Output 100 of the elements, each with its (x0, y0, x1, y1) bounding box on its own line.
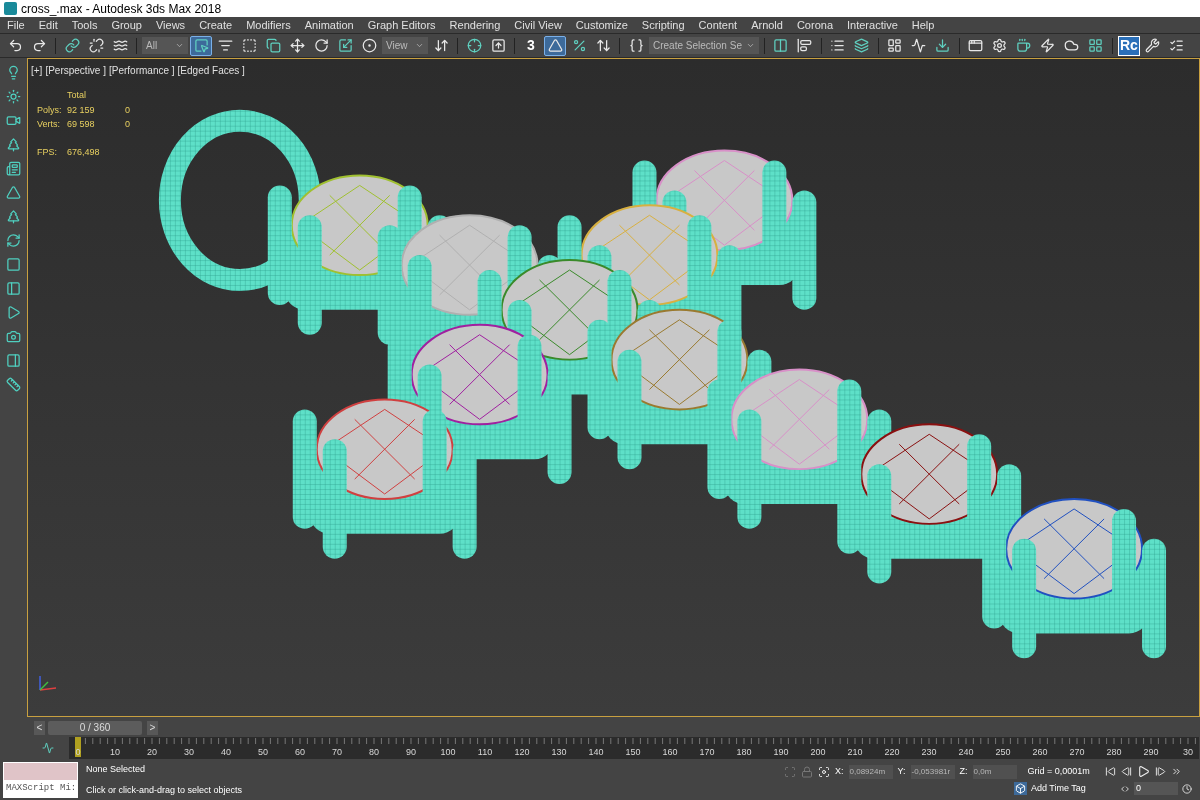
frame-number: 30 (1183, 747, 1193, 757)
download-icon (935, 38, 951, 53)
arrows-icon (433, 38, 449, 53)
viewport-label[interactable]: [Perspective ] (45, 63, 106, 78)
toolbar-button[interactable] (544, 35, 566, 56)
menu-item[interactable]: Rendering (442, 16, 508, 34)
table-icon (830, 38, 846, 53)
grid-icon (1088, 38, 1104, 53)
frame-number: 140 (588, 747, 604, 757)
menu-item[interactable]: Group (104, 16, 149, 34)
listener-field[interactable]: MAXScript Mi: (4, 780, 77, 797)
time-slider-thumb[interactable]: 0 / 360 (48, 721, 142, 735)
panel-icon (887, 38, 903, 53)
menu-item[interactable]: Interactive (840, 16, 905, 34)
disc-icon (361, 38, 377, 53)
frame-number: 80 (369, 747, 379, 757)
menu-item[interactable]: Content (691, 16, 745, 34)
frame-number: 100 (440, 747, 456, 757)
curve-icon (911, 38, 927, 53)
frame-number: 170 (699, 747, 715, 757)
frame-number: 160 (662, 747, 678, 757)
frame-number: 280 (1106, 747, 1122, 757)
frame-number: 110 (477, 747, 493, 757)
frame-field[interactable]: 0 (1133, 782, 1178, 795)
frame-number: 0 (75, 747, 81, 757)
frame-number: 260 (1032, 747, 1048, 757)
menu-item[interactable]: Edit (31, 16, 65, 34)
braces-icon (628, 38, 644, 53)
menu-item[interactable]: Graph Editors (360, 16, 443, 34)
toolbar-dropdown[interactable]: View (382, 37, 428, 54)
menu-item[interactable]: Help (904, 16, 942, 34)
play-icon[interactable] (1136, 765, 1150, 779)
menu-item[interactable]: Customize (568, 16, 635, 34)
layers-icon (854, 38, 870, 53)
coordinate-field[interactable]: 0,08924m (848, 764, 893, 779)
frame-number: 50 (258, 747, 268, 757)
add-time-tag-button[interactable]: Add Time Tag (1014, 781, 1086, 796)
menu-item[interactable]: Modifiers (239, 16, 298, 34)
panel-icon (6, 281, 21, 296)
caret-icon (415, 41, 424, 50)
viewport-label[interactable]: [+] (31, 63, 43, 78)
undo-icon (7, 38, 23, 53)
cup-icon (1016, 38, 1032, 53)
lock-icon (801, 765, 813, 778)
fps-value: 676,498 (67, 145, 101, 159)
stats-header: Total (67, 89, 87, 102)
frame-number: 220 (884, 747, 900, 757)
overlapping-squares-icon (265, 38, 281, 53)
frame-number: 90 (406, 747, 416, 757)
menu-item[interactable]: Create (192, 16, 240, 34)
square-icon (6, 257, 21, 272)
play-icon (6, 305, 21, 320)
toolbar-button[interactable] (190, 35, 212, 56)
viewport-label[interactable]: [Edged Faces ] (177, 63, 245, 78)
previous-key-icon[interactable] (1120, 766, 1132, 778)
toolbar-button[interactable]: 3 (520, 35, 542, 56)
menu-item[interactable]: Corona (789, 16, 840, 34)
go-to-start-icon[interactable] (1104, 766, 1116, 778)
coordinate-field[interactable]: 0,0m (972, 764, 1017, 779)
stats-value: 69 598 (67, 118, 96, 131)
menu-item[interactable]: Scripting (634, 16, 692, 34)
caret-icon (175, 41, 184, 50)
viewport-label[interactable]: [Performance ] (109, 63, 175, 78)
align-icon (797, 38, 813, 53)
next-frame-button[interactable]: > (147, 721, 158, 735)
menu-item[interactable]: Arnold (744, 16, 790, 34)
focus-icon (784, 765, 796, 778)
frame-number: 150 (625, 747, 641, 757)
toolbar-dropdown[interactable]: Create Selection Se (649, 37, 759, 54)
frame-number: 200 (810, 747, 826, 757)
frame-number: 250 (995, 747, 1011, 757)
waves-icon (112, 38, 128, 53)
menu-item[interactable]: Civil View (507, 16, 569, 34)
redo-icon (31, 38, 47, 53)
next-key-icon[interactable] (1154, 766, 1166, 778)
previous-frame-button[interactable]: < (34, 721, 45, 735)
link-icon (64, 38, 80, 53)
menu-item[interactable]: File (0, 16, 32, 34)
toolbar-dropdown[interactable]: All (142, 37, 188, 54)
frame-number: 130 (551, 747, 567, 757)
move-icon (289, 38, 305, 53)
time-slider-track[interactable]: 0 / 360 > (48, 721, 1088, 735)
axis-label: X: (835, 765, 844, 778)
curve-icon (42, 742, 54, 754)
grid-size: Grid = 0,0001m (1027, 765, 1090, 778)
panel-icon (6, 353, 21, 368)
tree-icon (6, 209, 21, 224)
menu-item[interactable]: Tools (64, 16, 105, 34)
menu-item[interactable]: Views (148, 16, 193, 34)
stats-value: 0 (125, 103, 131, 117)
rotate-icon (313, 38, 329, 53)
list-icon (1169, 38, 1185, 53)
listener-field[interactable] (4, 763, 77, 780)
menu-item[interactable]: Animation (297, 16, 361, 34)
time-config-icon[interactable] (1181, 783, 1192, 794)
lightbulb-icon (6, 65, 21, 80)
cloud-icon (1064, 38, 1080, 53)
toolbar-button[interactable]: Rc (1117, 35, 1140, 56)
coordinate-field[interactable]: -0,053981r (910, 764, 955, 779)
scale-icon (337, 38, 353, 53)
